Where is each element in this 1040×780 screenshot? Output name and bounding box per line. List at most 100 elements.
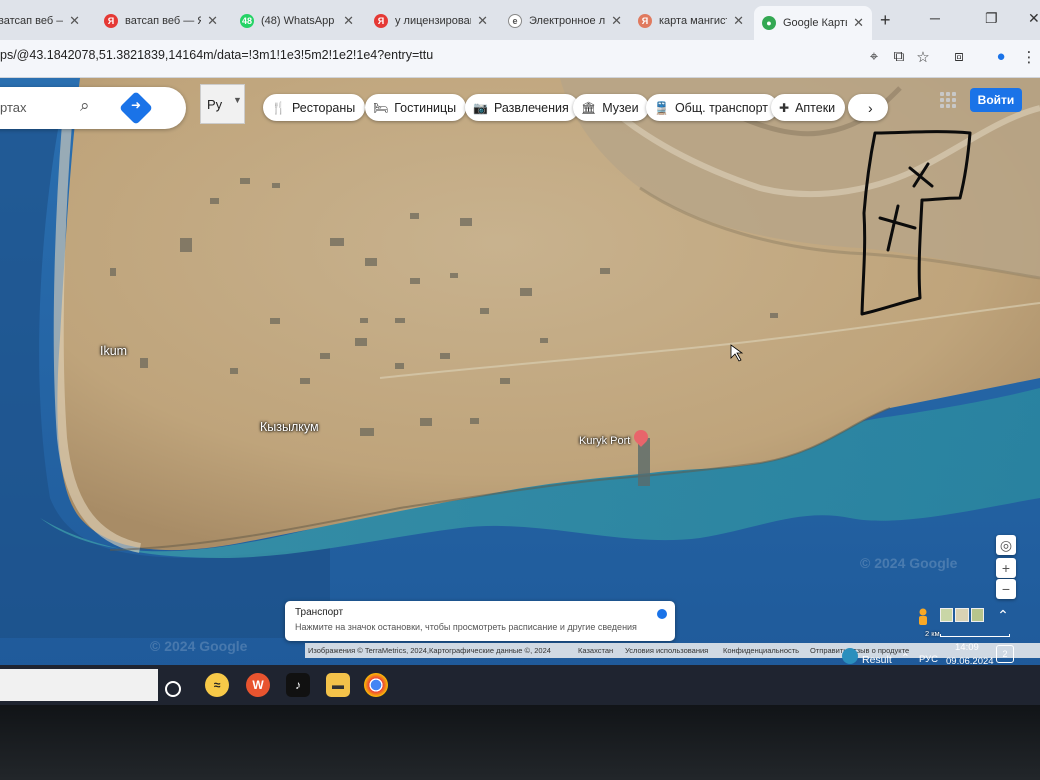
chip-pharmacies[interactable]: ✚ Аптеки (771, 94, 846, 121)
chip-label: Развлечения (493, 100, 569, 115)
search-box[interactable]: ртах ⌕ ➜ (0, 87, 186, 129)
watermark: © 2024 Google (150, 638, 248, 654)
tab-5[interactable]: e Электронное лицензирование ✕ (500, 6, 630, 36)
yandex-icon: Я (374, 14, 388, 28)
map-label-kuryk-port[interactable]: Kuryk Port (579, 435, 630, 447)
attribution-privacy-link[interactable]: Конфиденциальность (723, 646, 799, 655)
chip-hotels[interactable]: 🛏 Гостиницы (365, 94, 467, 121)
install-app-icon[interactable]: ⧉ (890, 48, 908, 65)
directions-icon[interactable]: ➜ (119, 91, 153, 125)
museum-icon: 🏛 (581, 100, 597, 115)
chevron-right-icon: › (868, 99, 873, 116)
chips-more-button[interactable]: › (848, 94, 888, 121)
tab-2[interactable]: Я ватсап веб — Яндекс ✕ (96, 6, 226, 36)
file-explorer-icon[interactable]: ▬ (326, 673, 350, 697)
address-bar: ps/@43.1842078,51.3821839,14164m/data=!3… (0, 40, 1040, 78)
tab-1[interactable]: ватсап веб — Яндекс ✕ (0, 6, 88, 36)
language-select[interactable]: Ру ▼ (200, 84, 245, 124)
extensions-icon[interactable]: ⧈ (950, 48, 968, 65)
watermark: © 2024 Google (860, 555, 958, 571)
chip-museums[interactable]: 🏛 Музеи (573, 94, 649, 121)
close-icon[interactable]: ✕ (69, 13, 80, 29)
attribution-imagery: Изображения © TerraMetrics, 2024,Картогр… (308, 646, 551, 655)
task-view-icon[interactable] (165, 681, 181, 697)
yandex-music-icon[interactable]: ≈ (205, 673, 229, 697)
close-icon[interactable]: ✕ (477, 13, 488, 29)
camera-icon: 📷 (473, 100, 488, 115)
menu-icon[interactable]: ⋮ (1020, 48, 1038, 66)
bookmark-star-icon[interactable]: ☆ (914, 48, 932, 66)
tab-title: у лицензированного (395, 15, 471, 27)
tab-title: Электронное лицензирование (529, 15, 606, 27)
close-icon[interactable]: ✕ (853, 15, 864, 31)
wps-office-icon[interactable]: W (246, 673, 270, 697)
chip-label: Общ. транспорт (674, 100, 768, 115)
close-window-icon[interactable]: ✕ (1028, 10, 1040, 27)
attribution-terms-link[interactable]: Условия использования (625, 646, 708, 655)
attribution-feedback-link[interactable]: Отправить отзыв о продукте (810, 646, 909, 655)
map-label-kyzylkum[interactable]: Кызылкум (260, 420, 319, 434)
yandex-icon: Я (638, 14, 652, 28)
minimize-icon[interactable]: ─ (930, 10, 940, 26)
apps-grid-icon[interactable] (940, 92, 956, 108)
map-label-ikum[interactable]: Ikum (100, 344, 127, 358)
toast-title: Транспорт (295, 607, 344, 618)
satellite-imagery (0, 78, 1040, 678)
tab-title: карта мангистау (659, 15, 727, 27)
scale-label[interactable]: 2 км (925, 629, 940, 638)
search-input[interactable]: ртах (0, 100, 26, 115)
close-icon[interactable]: ✕ (611, 13, 622, 29)
chevron-down-icon: ▼ (233, 95, 242, 105)
chip-transit[interactable]: 🚆 Общ. транспорт (646, 94, 778, 121)
zoom-in-button[interactable]: + (996, 558, 1016, 578)
tray-time[interactable]: 14:09 (955, 642, 979, 653)
whatsapp-icon: 48 (240, 14, 254, 28)
tab-4[interactable]: Я у лицензированного ✕ (366, 6, 496, 36)
satellite-map[interactable]: ртах ⌕ ➜ Ру ▼ 🍴 Рестораны 🛏 Гостиницы 📷 … (0, 78, 1040, 678)
layers-thumbnails[interactable] (940, 608, 984, 622)
taskbar-search-box[interactable] (0, 669, 158, 701)
login-button[interactable]: Войти (970, 88, 1022, 112)
hotel-icon: 🛏 (373, 100, 389, 115)
close-icon[interactable]: ✕ (343, 13, 354, 29)
scale-bar (940, 634, 1010, 637)
chip-entertainment[interactable]: 📷 Развлечения (465, 94, 579, 121)
tray-expand-icon[interactable]: ⌃ (901, 652, 910, 664)
zoom-out-button[interactable]: − (996, 579, 1016, 599)
tab-title: ватсап веб — Яндекс (0, 15, 63, 27)
tiktok-icon[interactable]: ♪ (286, 673, 310, 697)
yandex-icon: Я (104, 14, 118, 28)
transit-toast[interactable]: Транспорт Нажмите на значок остановки, ч… (285, 601, 675, 641)
chip-label: Аптеки (795, 100, 836, 115)
tab-google-maps[interactable]: ● Google Карты ✕ (754, 6, 872, 40)
my-location-icon[interactable]: ◎ (996, 535, 1016, 555)
monitor-bezel (0, 705, 1040, 780)
pegman-icon[interactable] (915, 608, 931, 628)
search-icon[interactable]: ⌕ (80, 96, 90, 116)
chrome-icon[interactable] (364, 673, 388, 697)
tray-language[interactable]: РУС (919, 654, 938, 665)
taskbar: ≈ W ♪ ▬ (0, 665, 1040, 705)
restaurant-icon: 🍴 (271, 100, 286, 115)
elicense-icon: e (508, 14, 522, 28)
toast-indicator-icon (657, 609, 667, 619)
location-icon[interactable]: ⌖ (865, 48, 883, 65)
tab-title: ватсап веб — Яндекс (125, 15, 201, 27)
tab-title: Google Карты (783, 17, 848, 29)
notifications-icon[interactable]: 2 (996, 645, 1014, 663)
profile-icon[interactable]: ● (992, 48, 1010, 65)
result-app-icon[interactable] (842, 648, 858, 664)
close-icon[interactable]: ✕ (207, 13, 218, 29)
new-tab-icon[interactable]: + (880, 10, 891, 31)
google-maps-icon: ● (762, 16, 776, 30)
pharmacy-icon: ✚ (779, 100, 790, 115)
restore-icon[interactable]: ❐ (985, 10, 998, 27)
url-field[interactable]: ps/@43.1842078,51.3821839,14164m/data=!3… (0, 48, 900, 62)
tab-6[interactable]: Я карта мангистау ✕ (630, 6, 752, 36)
attribution-country[interactable]: Казахстан (578, 646, 613, 655)
tab-title: (48) WhatsApp (261, 15, 335, 27)
chip-restaurants[interactable]: 🍴 Рестораны (263, 94, 366, 121)
close-icon[interactable]: ✕ (733, 13, 744, 29)
expand-up-icon[interactable]: ⌃ (992, 605, 1014, 625)
tab-3[interactable]: 48 (48) WhatsApp ✕ (232, 6, 362, 36)
